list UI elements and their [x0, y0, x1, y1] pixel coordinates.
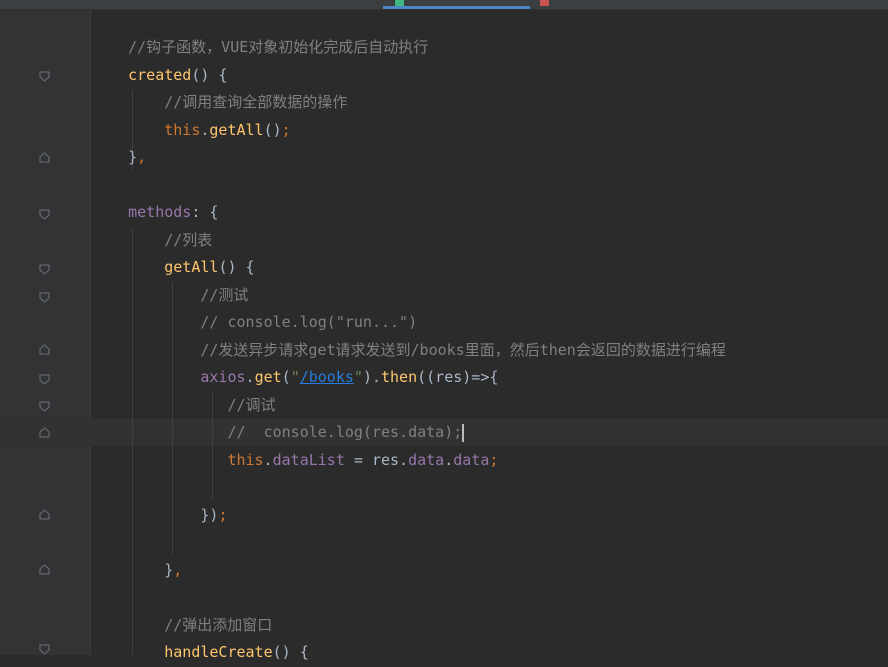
code-token-plain: . — [245, 368, 255, 386]
code-token-prop: dataList — [272, 450, 345, 469]
fold-open-icon[interactable] — [38, 70, 51, 83]
fold-close-icon[interactable] — [38, 151, 51, 164]
code-token-plain: . — [263, 450, 273, 469]
code-line[interactable]: handleCreate() { — [92, 639, 726, 667]
code-token-prop: axios — [200, 368, 246, 386]
code-line[interactable]: //发送异步请求get请求发送到/books里面，然后then会返回的数据进行编… — [92, 337, 726, 365]
fold-close-icon[interactable] — [38, 426, 51, 439]
code-token-plain: . — [444, 450, 454, 469]
fold-open-icon[interactable] — [38, 208, 51, 221]
code-line[interactable]: this.getAll(); — [92, 117, 726, 145]
tab-active[interactable] — [383, 0, 530, 9]
code-token-comment: //调用查询全部数据的操作 — [164, 93, 348, 111]
editor-gutter — [0, 10, 90, 655]
code-token-fn: get — [254, 368, 282, 386]
tab-2[interactable] — [185, 0, 365, 9]
code-token-fn: created — [128, 65, 192, 84]
code-token-plain: : { — [191, 203, 219, 221]
tab-5[interactable] — [665, 0, 785, 9]
code-token-comment: //调试 — [227, 395, 276, 414]
code-token-prop: data — [408, 450, 445, 469]
code-line[interactable] — [92, 172, 726, 200]
fold-close-icon[interactable] — [38, 563, 51, 576]
code-token-plain: () — [263, 120, 282, 139]
code-token-comment: //弹出添加窗口 — [164, 615, 273, 634]
code-token-kw: , — [173, 560, 183, 579]
code-token-fn: handleCreate — [164, 643, 273, 661]
code-token-comment: //测试 — [200, 285, 249, 304]
code-line[interactable]: //调用查询全部数据的操作 — [92, 89, 726, 117]
fold-open-icon[interactable] — [38, 643, 51, 656]
code-line[interactable]: axios.get("/books").then((res)=>{ — [92, 364, 726, 392]
code-token-comment: //钩子函数，VUE对象初始化完成后自动执行 — [128, 38, 429, 56]
code-token-str: " — [353, 368, 363, 386]
code-line[interactable]: //调试 — [92, 392, 726, 420]
code-token-comment: // console.log("run...") — [200, 313, 418, 331]
code-token-plain: = res. — [344, 450, 409, 469]
fold-close-icon[interactable] — [38, 508, 51, 521]
code-line[interactable]: methods: { — [92, 199, 726, 227]
fold-open-icon[interactable] — [38, 400, 51, 413]
code-line[interactable]: //测试 — [92, 282, 726, 310]
code-line[interactable] — [92, 474, 726, 502]
tab-4[interactable] — [540, 0, 660, 9]
code-token-fn: then — [381, 368, 418, 386]
code-line[interactable] — [92, 529, 726, 557]
fold-open-icon[interactable] — [38, 263, 51, 276]
code-token-fn: getAll — [164, 258, 219, 276]
html-file-icon — [540, 0, 549, 6]
code-token-prop: data — [453, 450, 490, 469]
code-token-plain: ). — [362, 368, 381, 386]
code-editor[interactable]: //钩子函数，VUE对象初始化完成后自动执行 created() { //调用查… — [92, 34, 726, 667]
code-line[interactable]: getAll() { — [92, 254, 726, 282]
code-line[interactable]: //钩子函数，VUE对象初始化完成后自动执行 — [92, 34, 726, 62]
code-token-kw: ; — [281, 120, 291, 139]
code-line[interactable]: }, — [92, 557, 726, 585]
code-token-plain: } — [164, 560, 174, 579]
fold-open-icon[interactable] — [38, 291, 51, 304]
code-line[interactable]: }, — [92, 144, 726, 172]
code-token-comment: //列表 — [164, 230, 213, 249]
code-token-plain: () { — [191, 65, 228, 84]
code-token-plain: () { — [218, 258, 255, 276]
code-token-plain: }) — [200, 505, 219, 524]
vue-file-icon — [395, 0, 404, 6]
code-token-kw: ; — [218, 505, 228, 524]
text-cursor — [462, 423, 465, 442]
code-line[interactable] — [92, 584, 726, 612]
code-token-comment: // console.log(res.data); — [227, 423, 463, 441]
code-token-kw: , — [137, 148, 147, 166]
code-token-prop: methods — [128, 203, 192, 221]
code-token-kw: this — [164, 120, 201, 139]
code-token-plain: } — [128, 148, 138, 166]
fold-close-icon[interactable] — [38, 343, 51, 356]
code-line[interactable]: //列表 — [92, 227, 726, 255]
code-line[interactable]: created() { — [92, 62, 726, 90]
code-line[interactable]: }); — [92, 502, 726, 530]
editor-tab-bar — [0, 0, 888, 10]
tab-1[interactable] — [0, 0, 120, 9]
code-token-comment: //发送异步请求get请求发送到/books里面，然后then会返回的数据进行编… — [200, 340, 726, 359]
code-token-plain: ( — [281, 368, 291, 386]
code-line[interactable]: //弹出添加窗口 — [92, 612, 726, 640]
code-line[interactable]: // console.log(res.data); — [92, 419, 726, 447]
code-token-str: " — [290, 368, 300, 386]
code-token-kw: this — [227, 450, 264, 469]
code-token-plain: ((res)=>{ — [417, 368, 499, 386]
code-token-kw: ; — [489, 450, 499, 469]
code-token-fn: getAll — [209, 120, 264, 139]
code-line[interactable]: this.dataList = res.data.data; — [92, 447, 726, 475]
fold-open-icon[interactable] — [38, 373, 51, 386]
code-token-plain: () { — [272, 643, 309, 661]
code-line[interactable]: // console.log("run...") — [92, 309, 726, 337]
code-token-link: /books — [299, 368, 354, 386]
gutter-separator — [90, 10, 91, 655]
